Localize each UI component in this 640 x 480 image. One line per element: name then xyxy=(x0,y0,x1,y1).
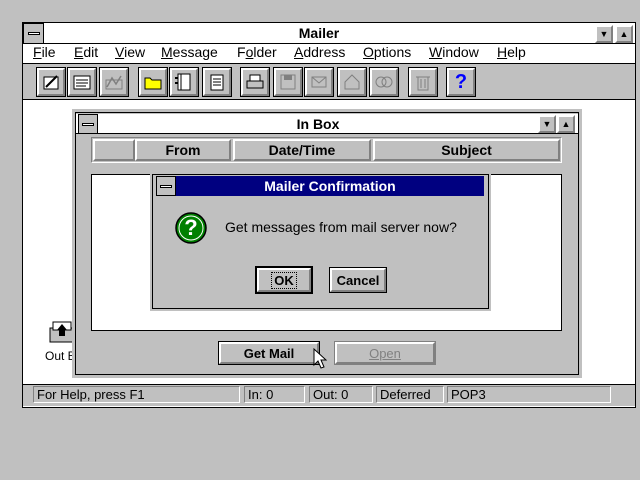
toolbar-help-button[interactable]: ? xyxy=(446,67,476,97)
open-button[interactable]: Open xyxy=(334,341,436,365)
toolbar-open-folder-button[interactable] xyxy=(138,67,168,97)
inbox-maximize-button[interactable]: ▲ xyxy=(557,115,575,133)
column-header-datetime[interactable]: Date/Time xyxy=(233,139,371,161)
menu-folder[interactable]: Folder xyxy=(237,44,277,60)
inbox-title: In Box xyxy=(296,116,340,132)
column-header-marker xyxy=(93,139,135,161)
system-menu-icon xyxy=(27,32,40,35)
ok-button[interactable]: OK xyxy=(255,266,313,294)
toolbar-address-book-button[interactable] xyxy=(169,67,199,97)
reply-all-icon xyxy=(375,76,393,88)
toolbar-signature-button[interactable] xyxy=(99,67,129,97)
toolbar-forward-button[interactable] xyxy=(304,67,334,97)
maximize-icon: ▲ xyxy=(561,118,571,129)
toolbar-notepad-button[interactable] xyxy=(202,67,232,97)
notepad-icon xyxy=(210,74,224,91)
minimize-icon: ▼ xyxy=(542,118,552,129)
toolbar-reply-all-button[interactable] xyxy=(369,67,399,97)
read-message-icon xyxy=(73,75,91,90)
toolbar-compose-button[interactable] xyxy=(36,67,66,97)
system-menu-icon xyxy=(160,184,172,188)
menu-options[interactable]: Options xyxy=(363,44,411,60)
maximize-icon: ▲ xyxy=(619,28,629,39)
menu-edit[interactable]: Edit xyxy=(74,44,98,60)
trash-icon xyxy=(416,76,430,91)
menu-file[interactable]: File xyxy=(33,44,56,60)
mailer-system-menu-button[interactable] xyxy=(23,23,44,44)
dialog-message: Get messages from mail server now? xyxy=(225,219,457,235)
inbox-minimize-button[interactable]: ▼ xyxy=(538,115,556,133)
status-help-text: For Help, press F1 xyxy=(33,386,240,403)
compose-icon xyxy=(43,75,59,90)
mailer-title: Mailer xyxy=(298,25,340,41)
inbox-system-menu-button[interactable] xyxy=(78,114,98,134)
status-out-count: Out: 0 xyxy=(309,386,373,403)
dialog-title: Mailer Confirmation xyxy=(176,176,484,196)
save-icon xyxy=(280,74,296,90)
column-header-from[interactable]: From xyxy=(135,139,231,161)
system-menu-icon xyxy=(82,122,94,126)
open-label: Open xyxy=(369,345,401,361)
reply-icon xyxy=(344,74,360,90)
forward-icon xyxy=(311,76,327,88)
toolbar-print-button[interactable] xyxy=(240,67,270,97)
menu-message[interactable]: Message xyxy=(161,44,218,60)
toolbar-save-button[interactable] xyxy=(273,67,303,97)
get-mail-button[interactable]: Get Mail xyxy=(218,341,320,365)
resize-grip[interactable] xyxy=(616,388,632,404)
toolbar-read-message-button[interactable] xyxy=(67,67,97,97)
menu-address[interactable]: Address xyxy=(294,44,345,60)
ok-label: OK xyxy=(271,271,297,289)
outbox-icon xyxy=(49,321,75,343)
mailer-minimize-button[interactable]: ▼ xyxy=(595,25,613,43)
mouse-cursor-icon xyxy=(313,348,327,369)
get-mail-label: Get Mail xyxy=(243,345,295,361)
print-icon xyxy=(246,74,264,89)
open-folder-icon xyxy=(144,77,162,90)
status-mode: Deferred xyxy=(376,386,444,403)
status-protocol: POP3 xyxy=(447,386,611,403)
cancel-button[interactable]: Cancel xyxy=(329,267,387,293)
toolbar-reply-button[interactable] xyxy=(337,67,367,97)
help-icon: ? xyxy=(454,70,468,93)
cancel-label: Cancel xyxy=(336,272,380,288)
address-book-icon xyxy=(175,73,191,91)
column-header-subject[interactable]: Subject xyxy=(373,139,560,161)
dialog-system-menu-button[interactable] xyxy=(156,176,176,196)
menu-window[interactable]: Window xyxy=(429,44,479,60)
minimize-icon: ▼ xyxy=(599,28,609,39)
menu-help[interactable]: Help xyxy=(497,44,526,60)
question-icon: ? xyxy=(175,212,207,244)
signature-icon xyxy=(105,75,123,90)
status-in-count: In: 0 xyxy=(244,386,305,403)
toolbar-trash-button[interactable] xyxy=(408,67,438,97)
mailer-maximize-button[interactable]: ▲ xyxy=(615,25,633,43)
svg-text:?: ? xyxy=(184,215,197,240)
menu-view[interactable]: View xyxy=(115,44,145,60)
